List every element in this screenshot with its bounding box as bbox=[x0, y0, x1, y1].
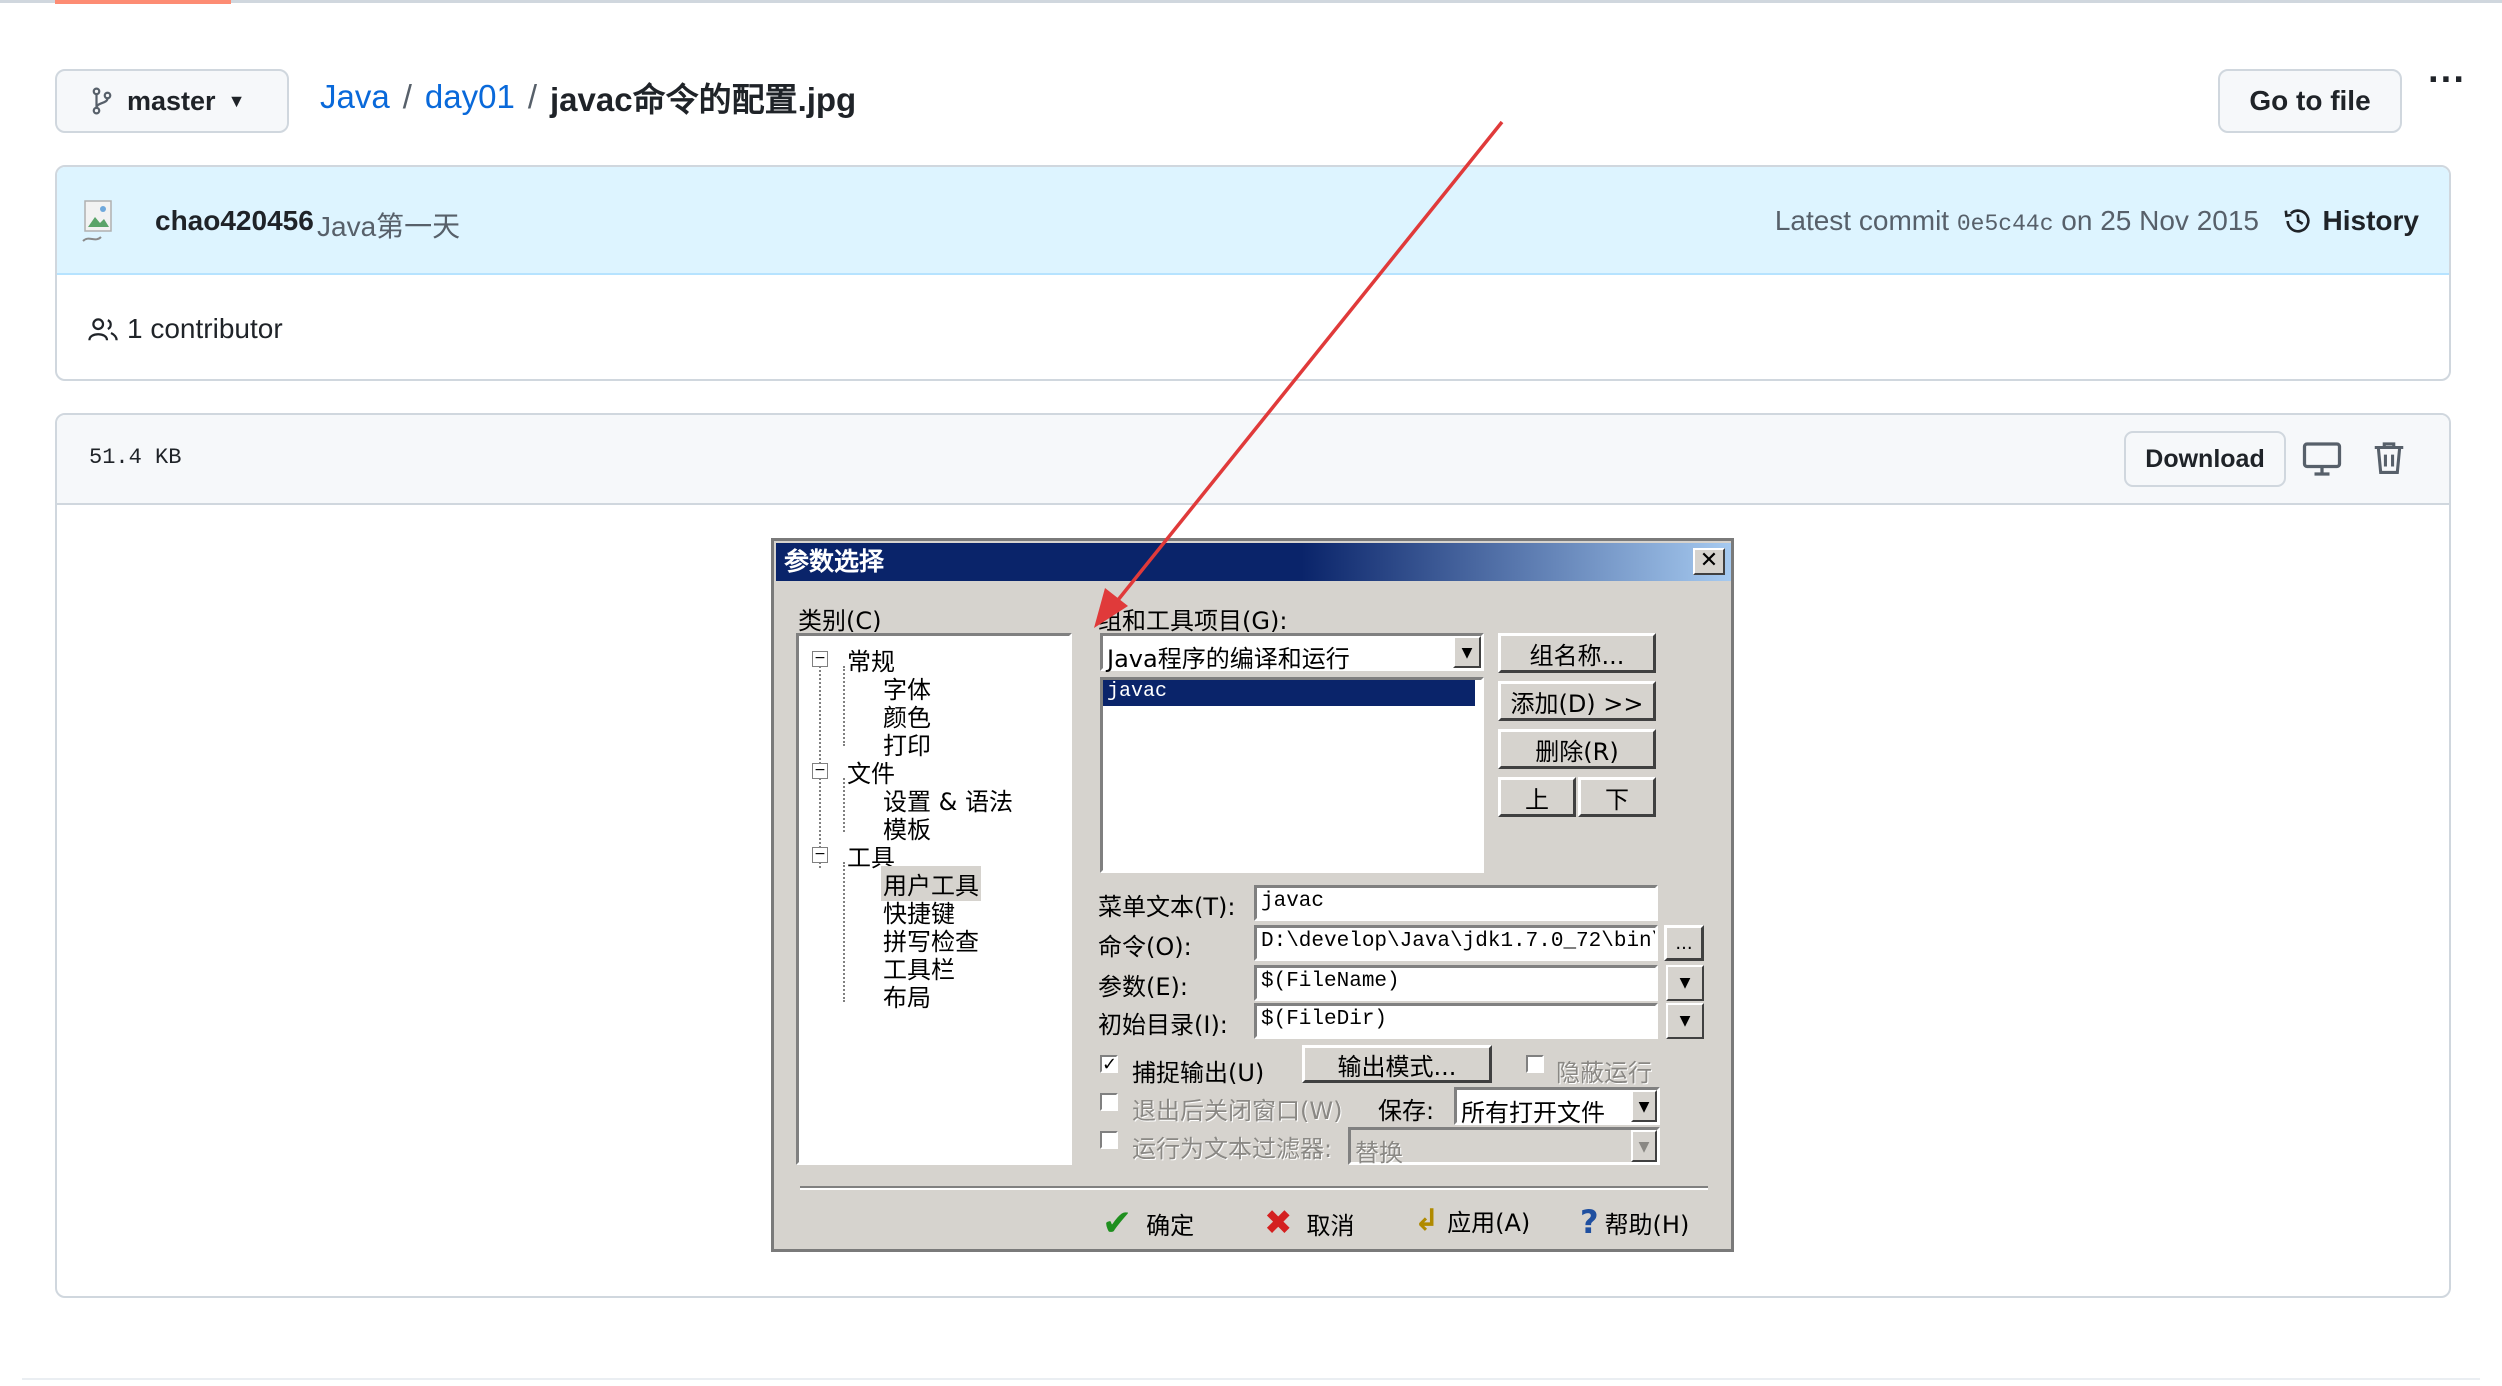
history-icon bbox=[2284, 209, 2310, 233]
collapse-icon[interactable]: − bbox=[812, 847, 828, 863]
group-combobox-value: Java程序的编译和运行 bbox=[1107, 645, 1350, 673]
save-combobox-value: 所有打开文件 bbox=[1461, 1099, 1605, 1127]
collapse-icon[interactable]: − bbox=[812, 651, 828, 667]
commit-hash[interactable]: 0e5c44c bbox=[1957, 211, 2054, 237]
initial-dir-input[interactable]: $(FileDir) bbox=[1254, 1003, 1658, 1039]
category-label: 类别(C) bbox=[798, 607, 882, 635]
apply-button[interactable]: ↲ 应用(A) bbox=[1414, 1203, 1530, 1238]
add-button[interactable]: 添加(D) >> bbox=[1498, 681, 1656, 721]
run-as-filter-checkbox[interactable] bbox=[1100, 1131, 1118, 1149]
branch-name: master bbox=[127, 85, 216, 116]
breadcrumb-separator: / bbox=[527, 78, 537, 115]
output-mode-button[interactable]: 输出模式... bbox=[1302, 1045, 1492, 1083]
git-branch-icon bbox=[92, 87, 112, 115]
trash-icon[interactable] bbox=[2370, 437, 2408, 477]
close-on-exit-label: 退出后关闭窗口(W) bbox=[1132, 1097, 1343, 1125]
params-label: 参数(E): bbox=[1098, 973, 1188, 1001]
commit-box: chao420456 Java第一天 Latest commit 0e5c44c… bbox=[55, 165, 2451, 381]
hide-run-checkbox[interactable] bbox=[1526, 1055, 1544, 1073]
command-input[interactable]: D:\develop\Java\jdk1.7.0_72\bin\j bbox=[1254, 925, 1658, 961]
run-as-filter-label: 运行为文本过滤器: bbox=[1132, 1135, 1333, 1163]
file-size: 51.4 KB bbox=[89, 445, 182, 470]
latest-commit-bar: chao420456 Java第一天 Latest commit 0e5c44c… bbox=[57, 167, 2449, 275]
download-button[interactable]: Download bbox=[2124, 431, 2286, 487]
browse-button[interactable]: ... bbox=[1664, 925, 1704, 961]
help-label: 帮助(H) bbox=[1604, 1210, 1690, 1239]
footer-divider bbox=[22, 1378, 2480, 1380]
commit-meta: Latest commit 0e5c44c on 25 Nov 2015 bbox=[1775, 205, 2259, 237]
breadcrumb-folder-link[interactable]: day01 bbox=[425, 78, 515, 116]
chevron-down-icon: ▼ bbox=[227, 90, 246, 111]
dir-menu-arrow-icon[interactable]: ▼ bbox=[1666, 1003, 1704, 1039]
ok-label: 确定 bbox=[1146, 1212, 1195, 1240]
dropdown-arrow-icon[interactable]: ▼ bbox=[1453, 636, 1481, 668]
branch-selector-button[interactable]: master ▼ bbox=[55, 69, 289, 133]
category-tree[interactable]: − − − 常规 字体 颜色 打印 文件 设置 & 语法 模板 工具 用户工具 … bbox=[796, 633, 1072, 1165]
breadcrumb-file-name: javac命令的配置.jpg bbox=[549, 81, 857, 118]
save-combobox[interactable]: 所有打开文件 ▼ bbox=[1454, 1087, 1660, 1127]
breadcrumb-separator: / bbox=[402, 78, 412, 115]
history-link[interactable]: History bbox=[2283, 199, 2419, 243]
checkmark-icon: ✔ bbox=[1102, 1203, 1133, 1244]
breadcrumb-repo-link[interactable]: Java bbox=[320, 78, 390, 116]
group-combobox[interactable]: Java程序的编译和运行 ▼ bbox=[1100, 633, 1484, 673]
dropdown-arrow-icon: ▼ bbox=[1631, 1130, 1657, 1162]
help-button[interactable]: ? 帮助(H) bbox=[1580, 1203, 1689, 1241]
save-label: 保存: bbox=[1378, 1097, 1435, 1125]
group-name-button[interactable]: 组名称... bbox=[1498, 633, 1656, 673]
move-down-button[interactable]: 下 bbox=[1578, 777, 1656, 817]
params-input[interactable]: $(FileName) bbox=[1254, 965, 1658, 1001]
capture-output-checkbox[interactable]: ✓ bbox=[1100, 1055, 1118, 1074]
replace-combobox-value: 替换 bbox=[1355, 1139, 1403, 1167]
commit-message[interactable]: Java第一天 bbox=[317, 205, 460, 245]
cancel-label: 取消 bbox=[1306, 1211, 1355, 1240]
menu-text-label: 菜单文本(T): bbox=[1098, 893, 1236, 921]
top-border bbox=[0, 0, 2502, 3]
history-label: History bbox=[2322, 205, 2419, 236]
move-up-button[interactable]: 上 bbox=[1498, 777, 1576, 817]
initial-dir-label: 初始目录(I): bbox=[1098, 1011, 1228, 1039]
desktop-icon[interactable] bbox=[2302, 439, 2342, 479]
avatar[interactable] bbox=[81, 197, 119, 245]
commit-author[interactable]: chao420456 bbox=[155, 205, 314, 237]
active-tab-indicator bbox=[55, 0, 231, 4]
params-menu-arrow-icon[interactable]: ▼ bbox=[1666, 965, 1704, 1001]
list-item-selected[interactable]: javac bbox=[1103, 680, 1475, 706]
tree-item[interactable]: 布局 bbox=[883, 978, 931, 1013]
contributors-count: 1 contributor bbox=[127, 313, 283, 344]
more-options-icon[interactable]: ··· bbox=[2412, 61, 2482, 110]
file-header: 51.4 KB Download bbox=[57, 415, 2449, 505]
people-icon bbox=[88, 318, 118, 341]
group-label: 组和工具项目(G): bbox=[1098, 607, 1288, 635]
hide-run-label: 隐蔽运行 bbox=[1556, 1059, 1652, 1087]
close-on-exit-checkbox[interactable] bbox=[1100, 1093, 1118, 1111]
replace-combobox[interactable]: 替换 ▼ bbox=[1348, 1127, 1660, 1167]
contributors-link[interactable]: 1 contributor bbox=[87, 313, 283, 345]
file-image-preview: 参数选择 ✕ 类别(C) − − − 常规 字体 颜色 打印 文件 设置 & 语… bbox=[771, 538, 1734, 1252]
collapse-icon[interactable]: − bbox=[812, 763, 828, 779]
close-icon[interactable]: ✕ bbox=[1693, 548, 1725, 575]
cancel-button[interactable]: ✖ 取消 bbox=[1264, 1203, 1355, 1243]
delete-button[interactable]: 删除(R) bbox=[1498, 729, 1656, 769]
ok-button[interactable]: ✔ 确定 bbox=[1102, 1203, 1194, 1244]
dialog-divider bbox=[800, 1186, 1708, 1190]
apply-label: 应用(A) bbox=[1447, 1209, 1531, 1237]
go-to-file-button[interactable]: Go to file bbox=[2218, 69, 2402, 133]
latest-commit-label: Latest commit bbox=[1774, 205, 1950, 236]
capture-output-label: 捕捉输出(U) bbox=[1132, 1059, 1265, 1087]
help-icon: ? bbox=[1580, 1203, 1599, 1241]
breadcrumb: Java / day01 / javac命令的配置.jpg bbox=[320, 74, 856, 120]
dialog-title: 参数选择 bbox=[776, 543, 1731, 581]
commit-date: on 25 Nov 2015 bbox=[2061, 205, 2259, 236]
dropdown-arrow-icon[interactable]: ▼ bbox=[1631, 1090, 1657, 1122]
apply-arrow-icon: ↲ bbox=[1414, 1203, 1440, 1238]
tool-items-list[interactable]: javac bbox=[1100, 677, 1484, 873]
menu-text-input[interactable]: javac bbox=[1254, 885, 1658, 921]
cross-icon: ✖ bbox=[1264, 1203, 1293, 1243]
command-label: 命令(O): bbox=[1098, 933, 1192, 961]
